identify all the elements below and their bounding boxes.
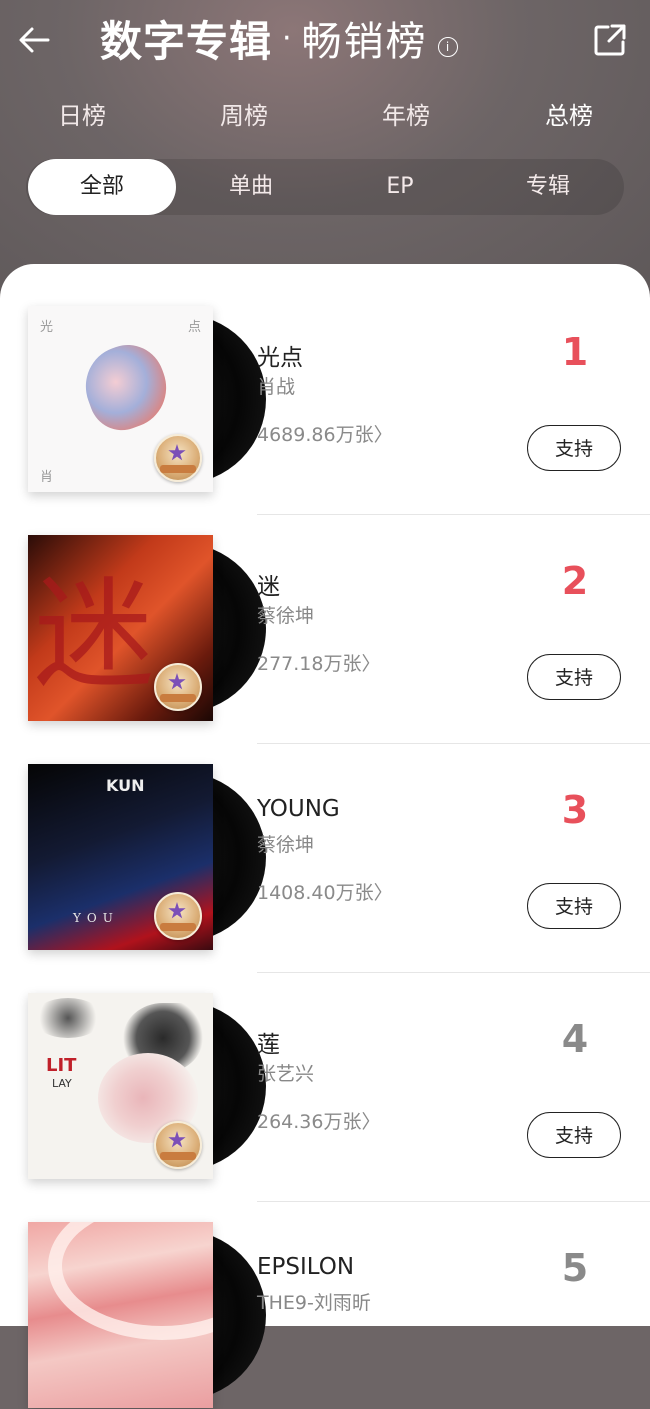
album-cover: LIT LAY (28, 993, 213, 1179)
sales-count[interactable]: 264.36万张〉 (257, 1107, 381, 1134)
rank-number: 2 (561, 559, 589, 603)
cover-text: LAY (52, 1077, 72, 1090)
rank-number: 1 (561, 330, 589, 374)
tab-yearly[interactable]: 年榜 (356, 96, 456, 136)
award-badge-icon (154, 434, 202, 482)
sales-count[interactable]: 4689.86万张〉 (257, 420, 393, 447)
album-art[interactable] (28, 1222, 266, 1408)
cover-text: 点 (188, 320, 202, 335)
sales-count[interactable]: 1408.40万张〉 (257, 878, 393, 905)
list-item[interactable]: KUN YOU YOUNG 蔡徐坤 1408.40万张〉 3 支持 (0, 722, 650, 973)
album-artist: 张艺兴 (257, 1063, 315, 1085)
cover-logo: LIT (46, 1055, 77, 1076)
cover-text: 迷 (34, 566, 154, 705)
award-badge-icon (154, 1121, 202, 1169)
rank-number: 3 (561, 788, 589, 832)
tab-daily[interactable]: 日榜 (32, 96, 132, 136)
support-button[interactable]: 支持 (527, 1112, 621, 1158)
award-badge-icon (154, 663, 202, 711)
support-button[interactable]: 支持 (527, 654, 621, 700)
album-cover (28, 1222, 213, 1408)
back-arrow-icon[interactable] (14, 20, 54, 60)
cover-artwork (33, 998, 103, 1038)
page-title: 数字专辑 · 畅销榜 i (100, 8, 458, 68)
chevron-right-icon: 〉 (361, 1111, 381, 1133)
filter-album[interactable]: 专辑 (474, 159, 622, 215)
filter-single[interactable]: 单曲 (176, 159, 326, 215)
album-cover: KUN YOU (28, 764, 213, 950)
album-art[interactable]: 光 点 肖 (28, 306, 266, 492)
cover-logo: KUN (106, 776, 145, 795)
rank-number: 5 (561, 1246, 589, 1290)
album-artist: THE9-刘雨昕 (257, 1292, 371, 1314)
cover-artwork (74, 334, 178, 440)
list-item[interactable]: LIT LAY 莲 张艺兴 264.36万张〉 4 支持 (0, 951, 650, 1202)
album-cover: 光 点 肖 (28, 306, 213, 492)
support-button[interactable]: 支持 (527, 425, 621, 471)
tab-total[interactable]: 总榜 (519, 96, 619, 136)
cover-text: YOU (73, 911, 119, 925)
ranking-list: 光 点 肖 光点 肖战 4689.86万张〉 1 支持 迷 迷 蔡徐坤 277.… (0, 264, 650, 1408)
album-name: YOUNG (257, 796, 340, 822)
sales-count[interactable]: 277.18万张〉 (257, 649, 381, 676)
info-icon[interactable]: i (437, 37, 458, 57)
share-icon[interactable] (592, 22, 628, 58)
support-button[interactable]: 支持 (527, 883, 621, 929)
album-cover: 迷 (28, 535, 213, 721)
chevron-right-icon: 〉 (373, 424, 393, 446)
sales-value: 4689.86万张 (257, 424, 374, 446)
sales-value: 1408.40万张 (257, 882, 374, 904)
album-name: 莲 (257, 1032, 280, 1058)
filter-ep[interactable]: EP (326, 159, 474, 215)
title-main: 数字专辑 (100, 16, 273, 66)
album-name: 光点 (257, 345, 303, 371)
album-art[interactable]: LIT LAY (28, 993, 266, 1179)
album-name: 迷 (257, 574, 280, 600)
chevron-right-icon: 〉 (361, 653, 381, 675)
cover-text: 肖 (40, 470, 54, 485)
album-art[interactable]: 迷 (28, 535, 266, 721)
album-artist: 蔡徐坤 (257, 605, 315, 627)
album-art[interactable]: KUN YOU (28, 764, 266, 950)
album-artist: 蔡徐坤 (257, 834, 315, 856)
sales-value: 264.36万张 (257, 1111, 362, 1133)
type-filter: 全部 单曲 EP 专辑 (26, 159, 624, 215)
cover-artwork (48, 1222, 213, 1340)
list-item[interactable]: 迷 迷 蔡徐坤 277.18万张〉 2 支持 (0, 493, 650, 744)
rank-number: 4 (561, 1017, 589, 1061)
award-badge-icon (154, 892, 202, 940)
top-bar: 数字专辑 · 畅销榜 i (0, 0, 650, 80)
tab-weekly[interactable]: 周榜 (194, 96, 294, 136)
cover-text: 光 (40, 320, 54, 335)
title-separator: · (282, 20, 292, 56)
period-tabs: 日榜 周榜 年榜 总榜 (0, 96, 650, 136)
title-sub: 畅销榜 (301, 19, 428, 65)
filter-all[interactable]: 全部 (28, 159, 176, 215)
album-artist: 肖战 (257, 376, 296, 398)
list-item[interactable]: 光 点 肖 光点 肖战 4689.86万张〉 1 支持 (0, 264, 650, 515)
list-item[interactable]: EPSILON THE9-刘雨昕 5 (0, 1180, 650, 1409)
album-name: EPSILON (257, 1254, 355, 1280)
sales-value: 277.18万张 (257, 653, 362, 675)
chevron-right-icon: 〉 (373, 882, 393, 904)
